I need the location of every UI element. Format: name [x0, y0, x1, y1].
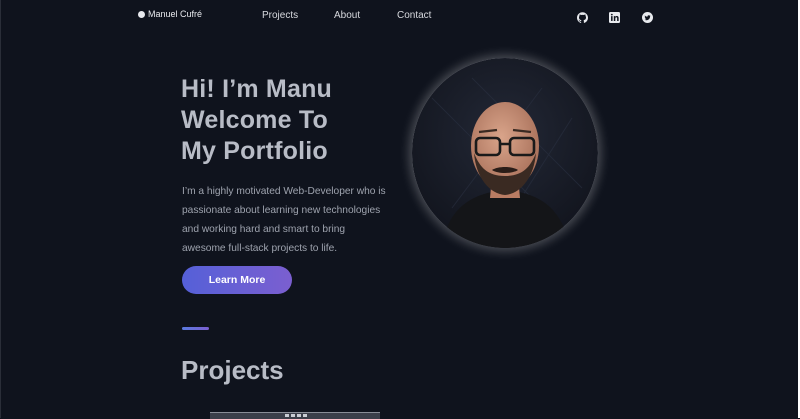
brand-logo[interactable]: Manuel Cufré [138, 9, 202, 19]
hero-title: Hi! I’m Manu Welcome To My Portfolio [181, 74, 332, 167]
nav-link-projects[interactable]: Projects [262, 10, 298, 21]
hero-title-line-1: Hi! I’m Manu [181, 75, 333, 103]
top-navbar: Manuel Cufré Projects About Contact [0, 0, 800, 34]
hero-description-line-1: I’m a highly motivated Web-Developer who… [182, 186, 386, 197]
hero-description: I’m a highly motivated Web-Developer who… [182, 182, 412, 258]
nav-link-contact[interactable]: Contact [397, 10, 431, 21]
hero-title-line-3: My Portfolio [181, 137, 328, 165]
project-card-toolbar [285, 414, 309, 417]
brand-name: Manuel Cufré [148, 9, 203, 19]
profile-photo [412, 58, 598, 248]
hero-description-line-4: awesome full-stack projects to life. [182, 243, 338, 254]
twitter-icon[interactable] [642, 12, 653, 23]
projects-heading: Projects [181, 355, 284, 385]
hero-description-line-2: passionate about learning new technologi… [182, 205, 381, 216]
github-icon[interactable] [577, 12, 588, 23]
brand-logo-icon [138, 10, 145, 18]
linkedin-icon[interactable] [609, 12, 620, 23]
hero-description-line-3: and working hard and smart to bring [182, 224, 346, 235]
nav-link-about[interactable]: About [334, 10, 360, 21]
learn-more-button[interactable]: Learn More [182, 266, 292, 294]
hero-title-line-2: Welcome To [181, 106, 328, 134]
window-frame-left [0, 0, 1, 418]
profile-photo-illustration [412, 58, 598, 248]
section-divider [182, 327, 209, 330]
